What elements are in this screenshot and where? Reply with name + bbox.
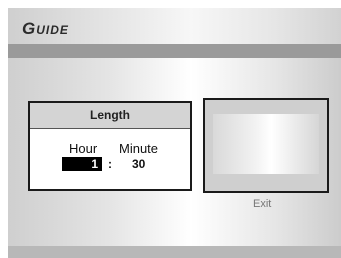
- length-panel: Length Hour Minute 1 : 30: [28, 101, 192, 191]
- header-bar: [8, 44, 341, 58]
- page-title: Guide: [22, 19, 69, 38]
- minute-label: Minute: [119, 141, 159, 156]
- hour-field[interactable]: 1: [62, 157, 102, 171]
- hour-label: Hour: [69, 141, 98, 156]
- guide-screen: Guide Length Hour Minute 1 : 30 Exit: [8, 8, 341, 258]
- time-separator: :: [108, 157, 112, 171]
- preview-window: [203, 98, 329, 193]
- preview-image: [213, 114, 319, 174]
- bottom-bar: [8, 246, 341, 258]
- length-panel-title: Length: [30, 103, 190, 129]
- exit-button[interactable]: Exit: [253, 198, 271, 210]
- header: Guide: [8, 8, 341, 44]
- minute-field[interactable]: 30: [132, 157, 145, 171]
